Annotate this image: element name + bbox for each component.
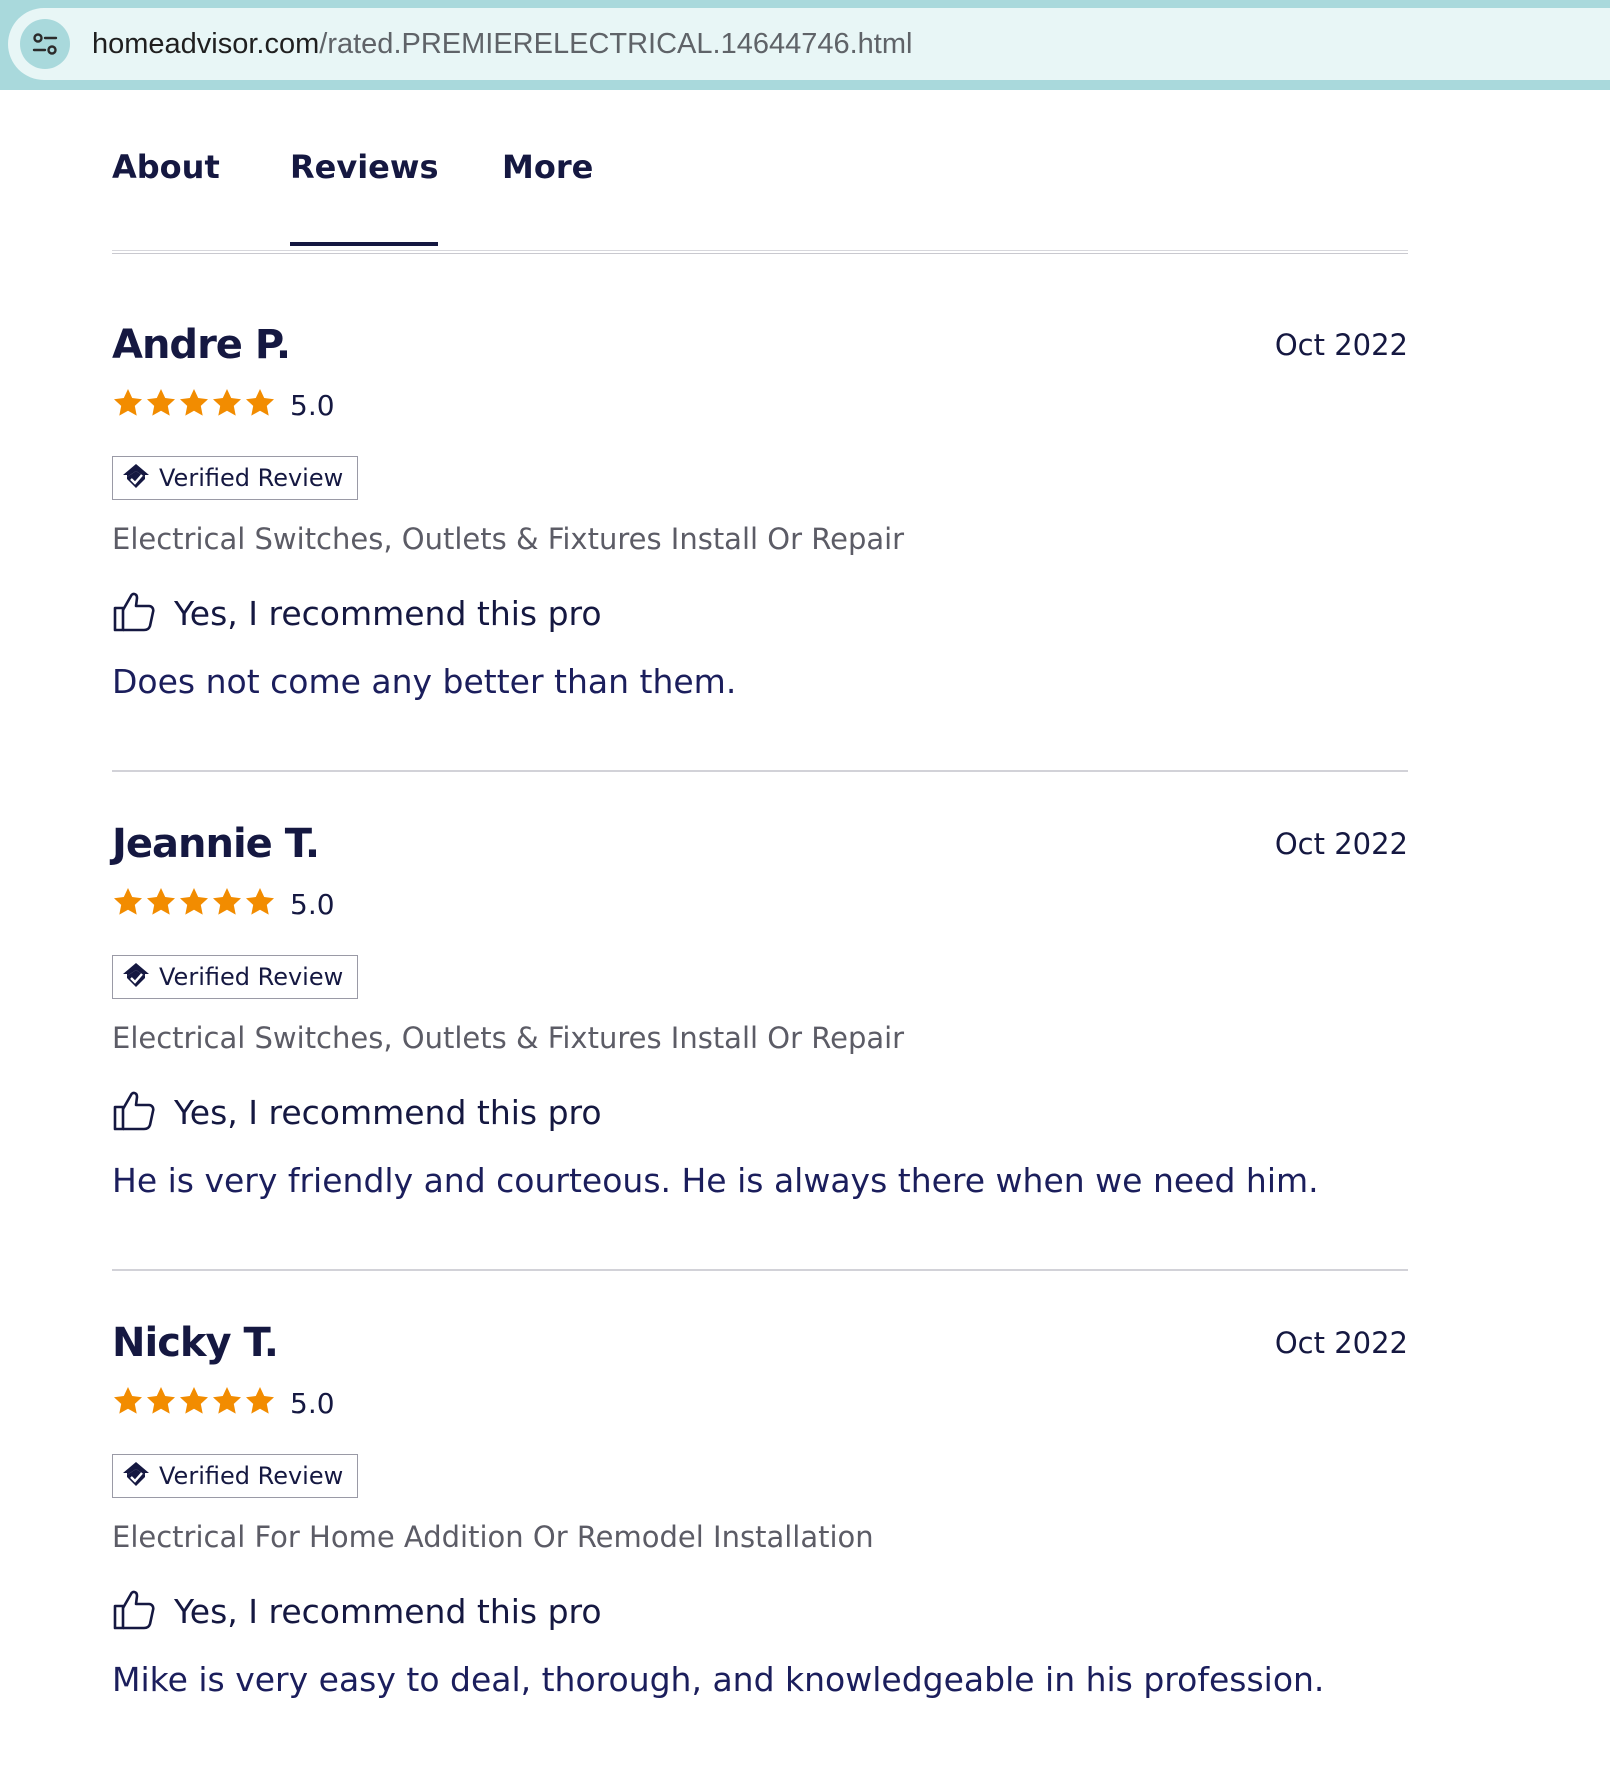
tab-about[interactable]: About: [112, 148, 220, 186]
review-date: Oct 2022: [1274, 328, 1408, 362]
star-icon: [112, 387, 144, 423]
badge-label: Verified Review: [159, 464, 344, 492]
verified-house-icon: [121, 961, 151, 993]
thumbs-up-icon: [112, 590, 156, 636]
url-domain: homeadvisor.com: [92, 27, 320, 60]
rating: 5.0: [112, 887, 335, 921]
review-card: Nicky T. Oct 2022 5.0 Verified Review El…: [112, 1320, 1408, 1790]
tab-reviews[interactable]: Reviews: [290, 148, 439, 246]
review-text: Mike is very easy to deal, thorough, and…: [112, 1660, 1325, 1699]
star-icon: [178, 1385, 210, 1421]
review-text: He is very friendly and courteous. He is…: [112, 1161, 1319, 1200]
badge-label: Verified Review: [159, 963, 344, 991]
rating-value: 5.0: [290, 388, 335, 422]
recommend-label: Yes, I recommend this pro: [174, 593, 602, 633]
star-icon: [211, 1385, 243, 1421]
service-category: Electrical For Home Addition Or Remodel …: [112, 1520, 874, 1554]
star-icon: [211, 886, 243, 922]
star-icon: [211, 387, 243, 423]
verified-review-badge: Verified Review: [112, 456, 359, 500]
recommendation: Yes, I recommend this pro: [112, 1089, 602, 1135]
service-category: Electrical Switches, Outlets & Fixtures …: [112, 522, 905, 556]
star-icon: [244, 1385, 276, 1421]
verified-review-badge: Verified Review: [112, 955, 359, 999]
verified-review-badge: Verified Review: [112, 1454, 359, 1498]
recommend-label: Yes, I recommend this pro: [174, 1092, 602, 1132]
star-icon: [244, 387, 276, 423]
badge-label: Verified Review: [159, 1462, 344, 1490]
reviewer-name: Nicky T.: [112, 1320, 279, 1366]
star-rating: [112, 387, 276, 423]
rating-value: 5.0: [290, 887, 335, 921]
verified-house-icon: [121, 462, 151, 494]
thumbs-up-icon: [112, 1089, 156, 1135]
rating-value: 5.0: [290, 1386, 335, 1420]
thumbs-up-icon: [112, 1588, 156, 1634]
url-text[interactable]: homeadvisor.com/rated.PREMIERELECTRICAL.…: [92, 28, 912, 61]
star-icon: [145, 886, 177, 922]
verified-house-icon: [121, 1460, 151, 1492]
star-rating: [112, 1385, 276, 1421]
reviewer-name: Jeannie T.: [112, 821, 320, 867]
rating: 5.0: [112, 388, 335, 422]
star-icon: [112, 1385, 144, 1421]
star-icon: [145, 387, 177, 423]
reviewer-name: Andre P.: [112, 322, 291, 368]
star-icon: [112, 886, 144, 922]
url-path: /rated.PREMIERELECTRICAL.14644746.html: [319, 27, 913, 60]
review-divider: [112, 770, 1408, 772]
star-icon: [145, 1385, 177, 1421]
review-divider: [112, 1269, 1408, 1271]
recommendation: Yes, I recommend this pro: [112, 1588, 602, 1634]
star-rating: [112, 886, 276, 922]
review-date: Oct 2022: [1274, 1326, 1408, 1360]
tune-icon[interactable]: [20, 19, 70, 69]
address-bar[interactable]: homeadvisor.com/rated.PREMIERELECTRICAL.…: [8, 8, 1610, 80]
review-text: Does not come any better than them.: [112, 662, 737, 701]
profile-tabs: About Reviews More: [112, 118, 1408, 254]
review-date: Oct 2022: [1274, 827, 1408, 861]
service-category: Electrical Switches, Outlets & Fixtures …: [112, 1021, 905, 1055]
recommend-label: Yes, I recommend this pro: [174, 1591, 602, 1631]
review-card: Andre P. Oct 2022 5.0 Verified Review El…: [112, 322, 1408, 792]
review-card: Jeannie T. Oct 2022 5.0 Verified Review …: [112, 821, 1408, 1291]
tab-more[interactable]: More: [502, 148, 593, 186]
recommendation: Yes, I recommend this pro: [112, 590, 602, 636]
star-icon: [244, 886, 276, 922]
browser-toolbar: homeadvisor.com/rated.PREMIERELECTRICAL.…: [0, 0, 1610, 90]
star-icon: [178, 886, 210, 922]
star-icon: [178, 387, 210, 423]
rating: 5.0: [112, 1386, 335, 1420]
